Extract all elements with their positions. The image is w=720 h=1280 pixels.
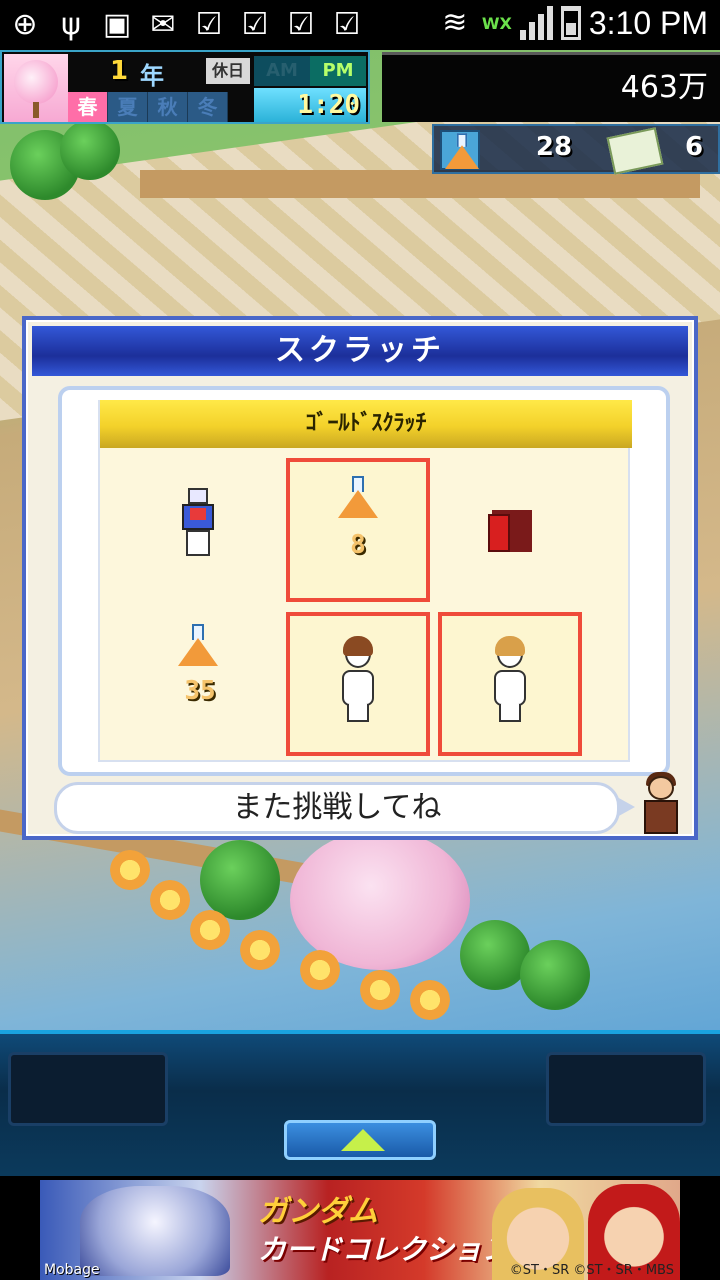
bottom-control-bar [0, 1030, 720, 1176]
ad-banner[interactable]: ガンダム カードコレクション Mobage ©ST・SR ©ST・SR・MBS [40, 1180, 680, 1280]
tree [520, 940, 590, 1010]
resource-panel[interactable]: 28 6 [432, 124, 720, 175]
flower [190, 910, 230, 950]
season-autumn: 秋 [148, 92, 188, 122]
scratch-cell-flask-35[interactable]: 35 [128, 612, 272, 756]
scratch-card-title: ｺﾞｰﾙﾄﾞｽｸﾗｯﾁ [100, 400, 632, 448]
status-time: 3:10 PM [588, 4, 708, 41]
scratch-cell-door[interactable] [440, 458, 584, 602]
flask-count: 28 [535, 132, 573, 162]
date-panel: 1 年 休日 春 夏 秋 冬 AM PM 1:20 [0, 50, 370, 124]
ad-brand: Mobage [44, 1262, 100, 1278]
season-winter: 冬 [188, 92, 228, 122]
year-unit: 年 [140, 62, 164, 90]
flower [300, 950, 340, 990]
battery-icon [560, 6, 581, 40]
up-arrow-icon [341, 1129, 385, 1151]
ad-copyright: ©ST・SR ©ST・SR・MBS [509, 1263, 674, 1278]
scratch-cell-person-brown[interactable] [286, 612, 430, 756]
ad-title-line2: カードコレクション [258, 1233, 511, 1266]
usb-icon: ψ [61, 7, 81, 42]
dialog-title: スクラッチ [32, 326, 688, 376]
check-icon: ☑ [333, 7, 361, 42]
no-signal-icon: ≋ [442, 5, 468, 40]
gundam-robot-image [80, 1186, 230, 1276]
am-label: AM [266, 60, 298, 81]
tree [60, 120, 120, 180]
mail-icon: ✉ [150, 7, 176, 42]
book-icon [606, 127, 664, 175]
scratch-dialog: スクラッチ ｺﾞｰﾙﾄﾞｽｸﾗｯﾁ 8 35 また挑戦してね [22, 316, 698, 840]
scratch-cell-person-blond[interactable] [438, 612, 582, 756]
add-icon: ⊕ [12, 7, 38, 42]
book-count: 6 [684, 132, 704, 162]
cherry-blossom-tree [290, 830, 470, 970]
network-label: WX [481, 13, 512, 33]
robot-icon [178, 488, 218, 558]
expand-menu-button[interactable] [284, 1120, 436, 1160]
flask-icon [178, 624, 218, 668]
flask-value: 8 [350, 530, 366, 560]
check-icon: ☑ [241, 7, 269, 42]
image-icon: ▣ [102, 7, 132, 42]
tree [200, 840, 280, 920]
npc-avatar [638, 772, 684, 838]
year-number: 1 [110, 56, 129, 86]
season-summer: 夏 [108, 92, 148, 122]
door-icon [488, 510, 532, 552]
person-silhouette-icon [338, 636, 378, 724]
scratch-card: ｺﾞｰﾙﾄﾞｽｸﾗｯﾁ 8 35 [98, 400, 632, 762]
scratch-panel: ｺﾞｰﾙﾄﾞｽｸﾗｯﾁ 8 35 [58, 386, 670, 776]
left-menu-button[interactable] [8, 1052, 168, 1126]
pm-label: PM [310, 56, 366, 86]
flask-icon [338, 476, 378, 520]
am-pm-indicator: AM PM [254, 56, 366, 86]
flower [410, 980, 450, 1020]
flower [240, 930, 280, 970]
flask-icon [440, 130, 480, 170]
flask-value: 35 [184, 676, 216, 706]
scratch-cell-flask-8[interactable]: 8 [286, 458, 430, 602]
signal-icon [519, 6, 553, 40]
flower [150, 880, 190, 920]
money-display: 463万 [382, 52, 720, 122]
sakura-season-icon [4, 54, 68, 122]
season-indicator: 春 夏 秋 冬 [68, 92, 228, 122]
season-spring: 春 [68, 92, 108, 122]
flower [110, 850, 150, 890]
notification-icons: ⊕ ψ ▣ ✉ ☑ ☑ ☑ ☑ [6, 6, 366, 44]
person-silhouette-icon [490, 636, 530, 724]
scratch-cell-robot[interactable] [128, 458, 272, 602]
check-icon: ☑ [287, 7, 315, 42]
status-bar: ⊕ ψ ▣ ✉ ☑ ☑ ☑ ☑ ≋ WX 3:10 PM [0, 0, 720, 50]
ad-title-line1: ガンダム [258, 1194, 378, 1229]
right-menu-button[interactable] [546, 1052, 706, 1126]
message-bubble[interactable]: また挑戦してね [54, 782, 635, 834]
flower [360, 970, 400, 1010]
holiday-badge: 休日 [206, 58, 250, 84]
game-clock: 1:20 [254, 88, 366, 122]
check-icon: ☑ [195, 7, 223, 42]
